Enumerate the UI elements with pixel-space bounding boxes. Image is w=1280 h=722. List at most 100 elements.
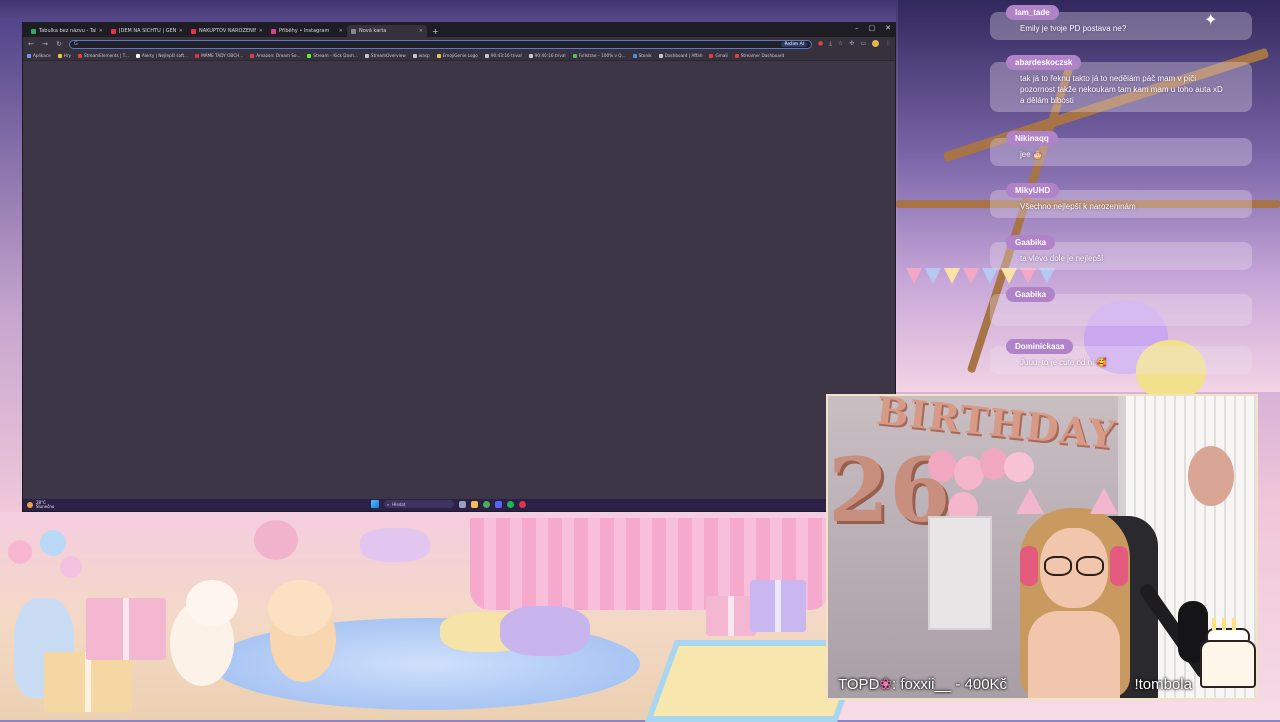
address-input[interactable] [81, 40, 778, 48]
chrome-icon[interactable] [483, 500, 490, 508]
bookmark-item[interactable]: wasp [412, 53, 430, 58]
bookmark-item[interactable]: Gmail [709, 53, 728, 58]
instagram-icon [271, 28, 276, 34]
bookmark-item[interactable]: Streamer Dashboard [734, 53, 784, 58]
youtube-icon [191, 28, 196, 34]
task-view-icon[interactable] [459, 500, 466, 508]
bookmark-label: EmojiGenie Logo [442, 53, 478, 58]
forward-button[interactable]: → [41, 40, 49, 48]
tab-new[interactable]: Nová karta ✕ [347, 25, 427, 37]
site-favicon-icon [572, 53, 577, 58]
bookmark-item[interactable]: 90:40:16 trival [528, 53, 566, 58]
taskbar-center: ⌕ Hledat [371, 500, 526, 508]
kick-icon [307, 53, 312, 58]
glasses [1040, 556, 1106, 576]
tab-label: Příběhy • Instagram [279, 28, 330, 34]
chat-message: abardeskoczsk tak já to řeknu takto já t… [990, 50, 1252, 112]
taskbar-search[interactable]: ⌕ Hledat [384, 500, 454, 508]
search-icon: ⌕ [387, 501, 390, 507]
bookmark-item[interactable]: Hry [57, 53, 71, 58]
new-tab-icon [351, 28, 356, 34]
tab-strip: Tabulka bez názvu - Tabulky Go ✕ JDEM NA… [23, 23, 895, 37]
bookmark-item[interactable]: Alerty | Nejlepší soft... [135, 53, 189, 58]
obs-icon[interactable] [519, 500, 526, 508]
bookmark-label: StreamElements | T... [84, 53, 129, 58]
discord-icon[interactable] [495, 500, 502, 508]
chat-message: Gaabika [990, 282, 1252, 326]
back-button[interactable]: ← [27, 40, 35, 48]
browser-toolbar: ← → ↻ G Režim AI ● ⤓ ☆ ✣ ▭ ⋮ [23, 37, 895, 51]
bookmark-label: Stream – Kick Dash... [313, 53, 358, 58]
tab-sheets[interactable]: Tabulka bez názvu - Tabulky Go ✕ [27, 25, 107, 37]
tab-youtube-1[interactable]: JDEM NA ŠICHTU | GENE ✕ [107, 25, 187, 37]
pillow [360, 528, 430, 562]
new-tab-button[interactable]: + [427, 27, 444, 37]
bookmark-item[interactable]: Fullstrae – 100% v Q... [572, 53, 626, 58]
chat-username: Gaabika [1006, 235, 1056, 250]
address-bar[interactable]: G Režim AI [69, 39, 812, 49]
star-balloon [1188, 446, 1234, 506]
tab-instagram[interactable]: Příběhy • Instagram ✕ [267, 25, 347, 37]
bookmark-label: Alerty | Nejlepší soft... [141, 53, 189, 58]
bookmark-label: Gmail [715, 53, 728, 58]
bookmark-item[interactable]: Stream – Kick Dash... [307, 53, 358, 58]
stream-chat: Iam_tade Emily je tvoje PD postava ne? a… [990, 0, 1256, 392]
headphone-cup [1020, 546, 1038, 586]
weather-widget[interactable]: 28°C Slunečno [27, 501, 54, 509]
cake-icon [1200, 640, 1256, 688]
bookmark-item[interactable]: MÁME TADY OBCH... [195, 53, 243, 58]
windows-start-icon[interactable] [371, 500, 379, 508]
extensions-puzzle-icon[interactable]: ✣ [849, 40, 854, 48]
candle [1232, 618, 1236, 630]
sheets-icon [31, 28, 36, 34]
close-icon[interactable]: ✕ [179, 28, 183, 34]
bookmark-item[interactable]: EmojiGenie Logo [436, 53, 478, 58]
sidebar-icon[interactable]: ▭ [860, 40, 866, 48]
close-icon[interactable]: ✕ [99, 28, 103, 34]
extension-icon[interactable]: ● [818, 40, 823, 48]
download-icon[interactable]: ⤓ [829, 40, 832, 48]
close-window-button[interactable]: ✕ [885, 24, 891, 32]
bookmark-item[interactable]: StreamOverview [364, 53, 406, 58]
google-icon: G [74, 41, 78, 47]
bookmark-item[interactable]: Aplikace [27, 53, 51, 58]
youtube-icon [111, 28, 116, 34]
chat-message: Dominickaaa Juuu, to je cute od ní 🥰 [990, 334, 1252, 374]
close-icon[interactable]: ✕ [419, 28, 423, 34]
close-icon[interactable]: ✕ [339, 28, 343, 34]
bookmark-item[interactable]: 90:43:16 trival [484, 53, 522, 58]
profile-avatar[interactable] [872, 40, 879, 47]
menu-kebab-icon[interactable]: ⋮ [885, 40, 891, 48]
tab-label: NAKUPTOV NAROZENINOVÝ ST [199, 28, 256, 34]
chat-username: abardeskoczsk [1006, 55, 1082, 70]
globe-icon [484, 53, 489, 58]
bookmark-item[interactable]: StreamElements | T... [78, 53, 129, 58]
bookmark-item[interactable]: Stonik [632, 53, 652, 58]
tab-label: Tabulka bez názvu - Tabulky Go [39, 28, 96, 34]
youtube-icon [734, 53, 739, 58]
bookmark-star-icon[interactable]: ☆ [838, 40, 843, 48]
bookmark-item[interactable]: Amazon: Dream So... [250, 53, 300, 58]
folder-icon [57, 53, 62, 58]
site-favicon-icon [632, 53, 637, 58]
bookmark-item[interactable]: Dashboard | Affah [658, 53, 702, 58]
file-explorer-icon[interactable] [471, 500, 478, 508]
close-icon[interactable]: ✕ [259, 28, 263, 34]
streamer-body [1028, 611, 1120, 698]
spotify-icon[interactable] [507, 500, 514, 508]
chat-username: Iam_tade [1006, 5, 1059, 20]
folder-icon [658, 53, 663, 58]
minimize-button[interactable]: – [855, 24, 859, 32]
chat-username: Nikinaqq [1006, 131, 1058, 146]
tab-youtube-2[interactable]: NAKUPTOV NAROZENINOVÝ ST ✕ [187, 25, 267, 37]
ai-mode-button[interactable]: Režim AI [781, 41, 807, 47]
chat-message: MikyUHD Všechno nejlepší k narozeninám [990, 178, 1252, 218]
flower-icon: ❀ [879, 676, 892, 693]
maximize-button[interactable]: □ [869, 24, 876, 32]
reload-button[interactable]: ↻ [55, 40, 63, 48]
gift-box [86, 598, 166, 660]
cat-ear-headphones [1090, 488, 1118, 514]
windows-taskbar: 28°C Slunečno ⌕ Hledat ⌃ [23, 499, 895, 511]
weather-desc: Slunečno [36, 504, 55, 509]
tombola-command: !tombola [1134, 676, 1192, 693]
